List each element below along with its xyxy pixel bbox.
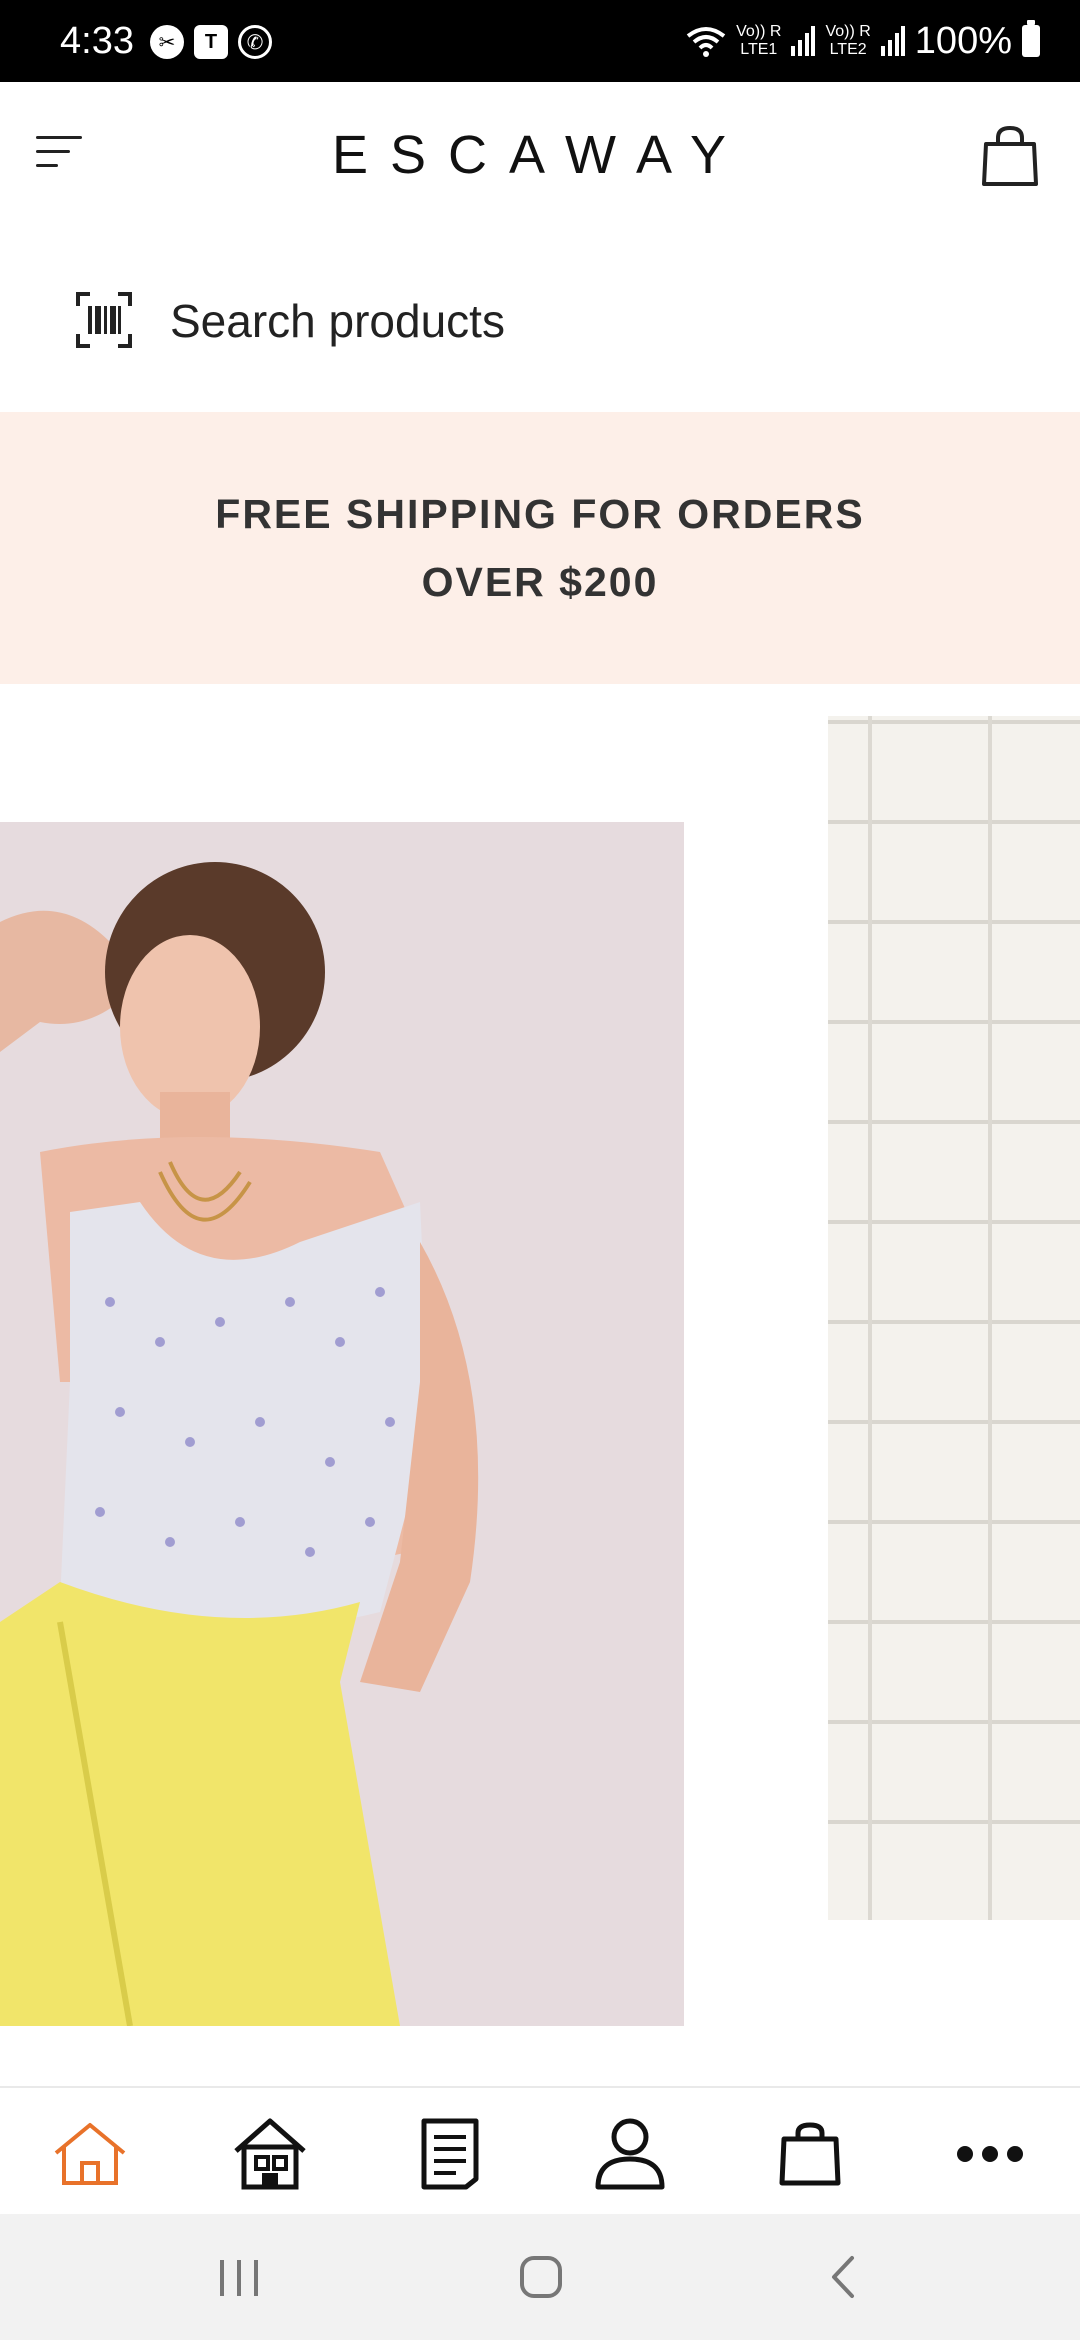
nav-cart[interactable] — [770, 2114, 850, 2194]
home-icon[interactable] — [506, 2246, 576, 2308]
status-left-icons: ✂ T ✆ — [150, 22, 272, 62]
nav-store[interactable] — [230, 2114, 310, 2194]
more-icon — [957, 2146, 1023, 2162]
shopping-bag-icon[interactable] — [980, 125, 1040, 188]
system-navigation — [0, 2214, 1080, 2340]
battery-icon — [1022, 20, 1040, 57]
carousel-slide-next[interactable] — [828, 716, 1080, 1920]
signal-icon — [880, 26, 905, 56]
store-icon — [234, 2118, 306, 2190]
battery-percent: 100% — [914, 20, 1012, 62]
nav-orders[interactable] — [410, 2114, 490, 2194]
nav-home[interactable] — [50, 2114, 130, 2194]
account-icon — [595, 2118, 665, 2190]
bottom-navigation — [0, 2086, 1080, 2216]
brand-logo[interactable]: ESCAWAY — [0, 124, 1080, 186]
home-outline-icon — [54, 2123, 126, 2185]
wifi-icon — [686, 27, 726, 57]
barcode-scan-icon[interactable] — [76, 292, 132, 348]
sim1-label: Vo)) R LTE1 — [736, 23, 781, 59]
sim1-bottom: LTE1 — [740, 41, 778, 58]
status-time: 4:33 — [60, 20, 134, 62]
whatsapp-icon: ✆ — [238, 25, 272, 59]
hero-carousel[interactable] — [0, 684, 1080, 2086]
shopping-bag-icon — [779, 2122, 841, 2186]
shipping-text: FREE SHIPPING FOR ORDERS OVER $200 — [215, 491, 865, 605]
status-bar: 4:33 ✂ T ✆ Vo)) R LTE1 Vo)) R LTE2 100% — [0, 0, 1080, 82]
sim2-top: Vo)) R — [825, 23, 871, 40]
shipping-banner: FREE SHIPPING FOR ORDERS OVER $200 — [0, 412, 1080, 684]
sim2-bottom: LTE2 — [829, 41, 867, 58]
notification-icon: ✂ — [150, 25, 184, 59]
model-photo — [0, 822, 684, 2026]
status-right: Vo)) R LTE1 Vo)) R LTE2 100% — [686, 14, 1040, 68]
recent-apps-icon[interactable] — [204, 2246, 274, 2308]
nav-more[interactable] — [950, 2114, 1030, 2194]
search-bar[interactable]: Search products — [0, 232, 1080, 412]
document-icon — [421, 2118, 479, 2190]
sim2-label: Vo)) R LTE2 — [825, 23, 870, 59]
back-icon[interactable] — [810, 2246, 880, 2308]
search-input[interactable]: Search products — [170, 294, 505, 348]
nav-account[interactable] — [590, 2114, 670, 2194]
carousel-slide-model[interactable] — [0, 822, 684, 2026]
sim1-top: Vo)) R — [736, 23, 782, 40]
teams-icon: T — [194, 25, 228, 59]
signal-icon — [791, 26, 816, 56]
app-header: ESCAWAY — [0, 82, 1080, 232]
